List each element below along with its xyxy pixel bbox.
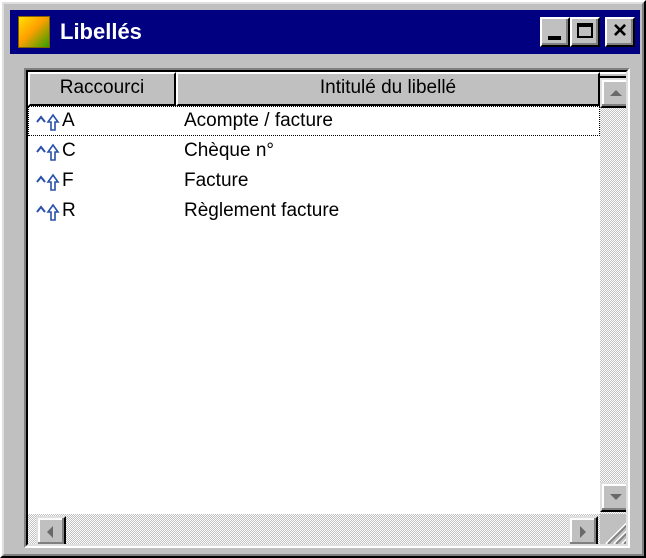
app-icon	[18, 16, 50, 48]
resize-grip[interactable]	[600, 514, 626, 544]
down-arrow-icon	[610, 494, 622, 500]
right-arrow-icon	[580, 526, 586, 538]
shortcut-key: R	[62, 200, 76, 221]
shortcut-key: C	[62, 140, 76, 161]
shortcut-list: Raccourci Intitulé du libellé A Acompte …	[24, 68, 630, 548]
shortcut-key: F	[62, 170, 74, 191]
row-label: Chèque n°	[184, 140, 274, 161]
table-row[interactable]: A Acompte / facture	[28, 106, 600, 136]
window: Libellés × Raccourci Intitulé du libellé	[0, 0, 646, 558]
row-label: Facture	[184, 170, 249, 191]
scroll-left-button[interactable]	[36, 516, 66, 544]
shortcut-key: A	[62, 110, 75, 131]
table-row[interactable]: F Facture	[28, 166, 600, 196]
scroll-right-button[interactable]	[568, 516, 598, 544]
title-bar[interactable]: Libellés ×	[10, 10, 640, 54]
close-icon: ×	[612, 17, 627, 44]
horizontal-scrollbar[interactable]	[28, 514, 600, 544]
window-title: Libellés	[60, 19, 142, 44]
resize-grip-icon	[605, 522, 626, 544]
minimize-button[interactable]	[540, 17, 570, 47]
table-row[interactable]: C Chèque n°	[28, 136, 600, 166]
row-label: Acompte / facture	[184, 110, 333, 131]
table-row[interactable]: R Règlement facture	[28, 196, 600, 226]
column-header-shortcut[interactable]: Raccourci	[28, 72, 176, 106]
maximize-button[interactable]	[570, 17, 600, 47]
minimize-icon	[548, 36, 561, 40]
scroll-down-button[interactable]	[600, 482, 626, 512]
vertical-scrollbar[interactable]	[600, 72, 626, 514]
up-arrow-icon	[610, 90, 622, 96]
close-button[interactable]: ×	[605, 17, 635, 47]
row-label: Règlement facture	[184, 200, 340, 221]
left-arrow-icon	[47, 526, 53, 538]
ctrl-shift-icon	[36, 173, 60, 191]
ctrl-shift-icon	[36, 143, 60, 161]
scroll-up-button[interactable]	[600, 78, 626, 108]
column-header-label[interactable]: Intitulé du libellé	[176, 72, 600, 106]
ctrl-shift-icon	[36, 113, 60, 131]
maximize-icon	[577, 23, 593, 38]
ctrl-shift-icon	[36, 203, 60, 221]
